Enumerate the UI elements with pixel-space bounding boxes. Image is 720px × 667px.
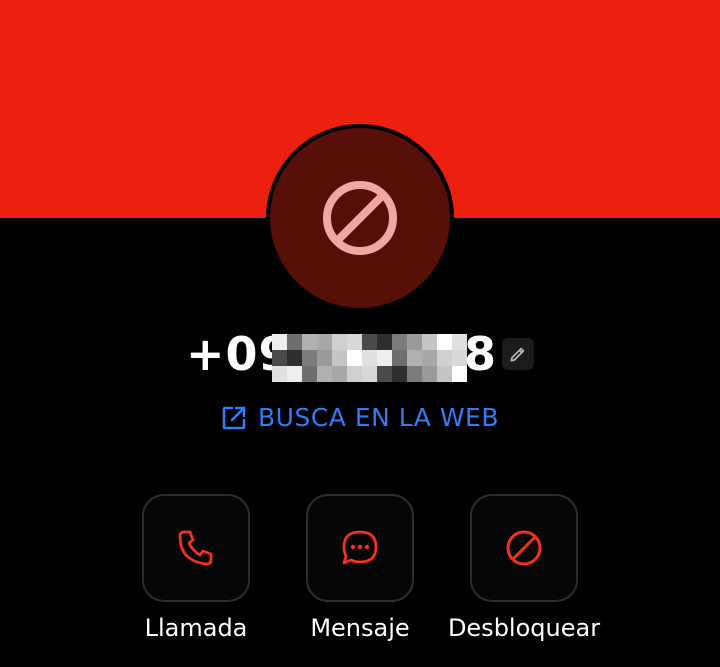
message-icon — [342, 530, 378, 565]
call-button[interactable] — [142, 494, 250, 602]
call-label: Llamada — [144, 614, 248, 642]
open-external-icon — [222, 406, 246, 429]
edit-number-button[interactable] — [502, 338, 534, 370]
message-label: Mensaje — [310, 614, 410, 642]
web-search-link[interactable]: BUSCA EN LA WEB — [220, 403, 499, 432]
contact-avatar — [270, 128, 450, 308]
block-icon — [506, 530, 542, 566]
block-icon — [323, 181, 397, 255]
message-button[interactable] — [306, 494, 414, 602]
web-search-label: BUSCA EN LA WEB — [258, 403, 499, 432]
action-row: Llamada Mensaje Desbloquear — [0, 494, 720, 654]
pencil-icon — [510, 347, 525, 362]
redacted-digits — [272, 334, 467, 382]
unblock-button[interactable] — [470, 494, 578, 602]
phone-number-row: +093 8 — [0, 322, 720, 388]
unblock-label: Desbloquear — [447, 614, 601, 642]
phone-number-suffix: 8 — [464, 327, 497, 381]
unblock-action[interactable]: Desbloquear — [442, 494, 606, 642]
call-action[interactable]: Llamada — [114, 494, 278, 642]
phone-icon — [178, 530, 213, 566]
message-action[interactable]: Mensaje — [278, 494, 442, 642]
